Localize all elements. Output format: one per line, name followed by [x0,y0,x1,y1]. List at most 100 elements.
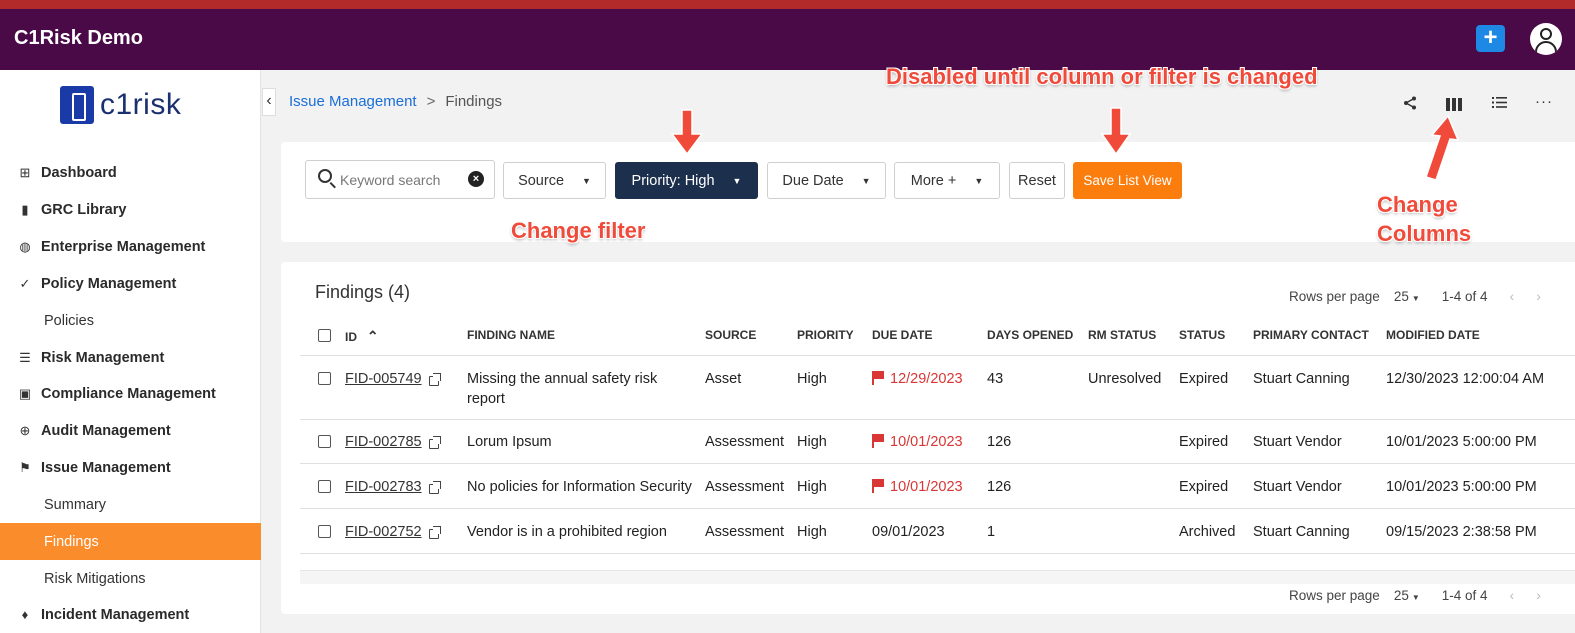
sidebar-item-policy-management[interactable]: ✓ Policy Management [0,265,261,302]
finding-name-line1: Missing the annual safety risk [467,371,658,387]
column-header-label: RM STATUS [1088,328,1157,342]
due-date-filter-button[interactable]: Due Date ▼ [767,162,886,199]
modified-date-cell: 10/01/2023 5:00:00 PM [1386,479,1537,495]
breadcrumb-current: Findings [445,93,503,110]
search-input[interactable] [340,170,465,190]
sidebar-item-label: Risk Management [41,349,165,366]
status-cell: Archived [1179,524,1236,540]
more-options-icon[interactable]: ··· [1534,93,1554,111]
columns-icon[interactable] [1444,96,1464,114]
row-checkbox[interactable] [318,435,331,448]
priority-cell: High [797,479,827,495]
annotation-arrow-down-icon [1100,107,1132,156]
horizontal-scrollbar[interactable] [300,570,1575,584]
more-filters-button[interactable]: More + ▼ [894,162,1000,199]
finding-id-link[interactable]: FID-002783 [345,477,422,497]
caret-down-icon: ▼ [1411,294,1420,303]
sidebar-item-summary[interactable]: Summary [0,486,261,523]
column-header-modified-date[interactable]: MODIFIED DATE [1386,328,1480,342]
header-divider [300,355,1575,356]
column-header-status[interactable]: STATUS [1179,328,1225,342]
sidebar-item-findings[interactable]: Findings [0,523,261,560]
reset-button[interactable]: Reset [1009,162,1065,199]
column-header-id[interactable]: ID ⌃ [345,328,379,345]
column-header-primary-contact[interactable]: PRIMARY CONTACT [1253,328,1369,342]
sidebar-item-label: Policy Management [41,275,177,292]
caret-down-icon: ▼ [1411,593,1420,602]
row-checkbox[interactable] [318,480,331,493]
keyword-search[interactable]: × [305,160,495,199]
open-external-icon[interactable] [429,526,441,539]
source-cell: Asset [705,371,742,387]
source-cell: Assessment [705,434,784,450]
select-all-checkbox[interactable] [318,329,331,342]
rows-per-page-select[interactable]: 25 [1394,588,1409,603]
save-list-view-button[interactable]: Save List View [1073,162,1182,199]
column-header-days-opened[interactable]: DAYS OPENED [987,328,1073,342]
sidebar-item-enterprise-management[interactable]: ◍ Enterprise Management [0,228,261,265]
modified-date-cell: 12/30/2023 12:00:04 AM [1386,371,1545,387]
due-date-value: 10/01/2023 [890,479,963,495]
annotation-arrow-down-icon [670,109,704,156]
column-header-source[interactable]: SOURCE [705,328,756,342]
sidebar-item-risk-management[interactable]: ☰ Risk Management [0,339,261,376]
collapse-sidebar-button[interactable]: ‹ [262,88,276,116]
days-opened-cell: 1 [987,524,996,540]
caret-down-icon: ▼ [732,175,742,186]
sidebar-item-issue-management[interactable]: ⚑ Issue Management [0,449,261,486]
annotation-change-columns-line2: Columns [1377,221,1472,246]
open-external-icon[interactable] [429,373,441,386]
source-filter-button[interactable]: Source ▼ [503,162,606,199]
breadcrumb-parent[interactable]: Issue Management [289,93,417,110]
page-range: 1-4 of 4 [1441,289,1488,304]
add-folder-button[interactable]: + [1476,25,1505,52]
sidebar-item-risk-mitigations[interactable]: Risk Mitigations [0,560,261,597]
sort-ascending-icon[interactable]: ⌃ [363,328,379,344]
sidebar-item-label: Issue Management [41,459,171,476]
sidebar-item-label: Enterprise Management [41,238,206,255]
row-checkbox[interactable] [318,525,331,538]
grid-icon: ⊞ [19,164,31,180]
finding-id-link[interactable]: FID-002785 [345,432,422,452]
rows-per-page-select[interactable]: 25 [1394,289,1409,304]
share-icon[interactable] [1400,96,1420,114]
next-page-icon[interactable]: › [1536,288,1541,304]
prev-page-icon[interactable]: ‹ [1510,587,1515,603]
column-header-label: DAYS OPENED [987,328,1074,342]
due-date-cell: 10/01/2023 [872,477,963,497]
column-header-label: ID [345,330,357,344]
open-external-icon[interactable] [429,436,441,449]
list-view-icon[interactable] [1489,96,1509,114]
modified-date-cell: 10/01/2023 5:00:00 PM [1386,434,1537,450]
sidebar-item-policies[interactable]: Policies [0,302,261,339]
column-header-rm-status[interactable]: RM STATUS [1088,328,1156,342]
due-date-value: 12/29/2023 [890,371,963,387]
finding-name-line1: Vendor is in a prohibited region [467,524,667,540]
priority-cell: High [797,371,827,387]
finding-id-link[interactable]: FID-002752 [345,522,422,542]
finding-id-link[interactable]: FID-005749 [345,369,422,389]
column-header-label: SOURCE [705,328,757,342]
clear-search-icon[interactable]: × [468,171,484,187]
column-header-priority[interactable]: PRIORITY [797,328,854,342]
sidebar-item-label: Findings [44,533,99,550]
rm-status-cell: Unresolved [1088,371,1162,387]
sidebar-item-grc-library[interactable]: ▮ GRC Library [0,191,261,228]
prev-page-icon[interactable]: ‹ [1510,288,1515,304]
column-header-due-date[interactable]: DUE DATE [872,328,932,342]
row-divider [300,463,1575,464]
sidebar-item-incident-management[interactable]: ♦ Incident Management [0,596,261,633]
sidebar-item-audit-management[interactable]: ⊕ Audit Management [0,412,261,449]
column-header-finding-name[interactable]: FINDING NAME [467,328,555,342]
flag-icon: ⚑ [19,459,31,475]
pagination-top: Rows per page 25 ▼ 1-4 of 4 ‹ › [1289,288,1541,304]
next-page-icon[interactable]: › [1536,587,1541,603]
priority-filter-button[interactable]: Priority: High ▼ [615,162,758,199]
sidebar-item-dashboard[interactable]: ⊞ Dashboard [0,154,261,191]
user-avatar[interactable] [1530,23,1562,55]
column-header-label: PRIORITY [797,328,854,342]
row-checkbox[interactable] [318,372,331,385]
due-date-cell: 09/01/2023 [872,522,945,542]
sidebar-item-compliance-management[interactable]: ▣ Compliance Management [0,375,261,412]
open-external-icon[interactable] [429,481,441,494]
